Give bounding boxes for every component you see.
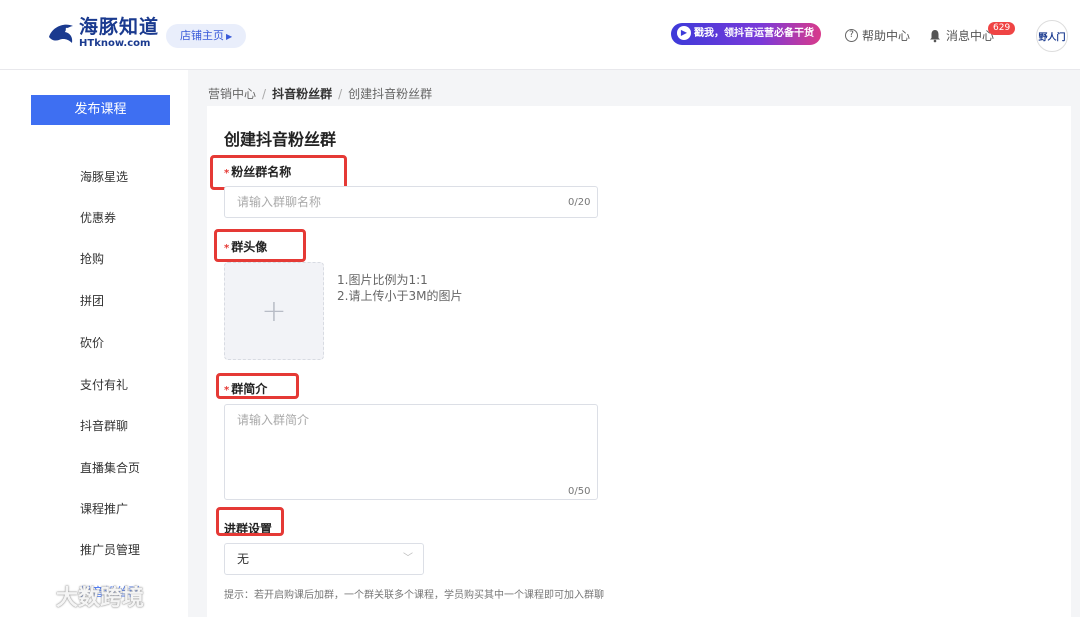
avatar-label-highlight bbox=[214, 229, 306, 262]
sidebar-item-course-promotion[interactable]: 课程推广 bbox=[80, 500, 128, 517]
dolphin-logo-icon bbox=[49, 24, 73, 43]
name-char-counter: 0/20 bbox=[568, 197, 591, 208]
join-setting-tip: 提示：若开启购课后加群，一个群关联多个课程，学员购买其中一个课程即可加入群聊 bbox=[224, 590, 604, 601]
join-label-highlight bbox=[216, 507, 284, 536]
intro-char-counter: 0/50 bbox=[568, 486, 591, 497]
watermark: 大数跨境 bbox=[8, 580, 144, 612]
caret-right-icon: ▶ bbox=[226, 32, 233, 41]
sidebar-item-bargain[interactable]: 砍价 bbox=[80, 334, 104, 351]
breadcrumb-create-fan-group: 创建抖音粉丝群 bbox=[348, 87, 433, 101]
chevron-down-icon: ﹀ bbox=[403, 553, 413, 564]
page-title: 创建抖音粉丝群 bbox=[224, 130, 337, 149]
avatar-hint-ratio: 1.图片比例为1:1 bbox=[337, 273, 428, 287]
group-name-input[interactable] bbox=[224, 186, 598, 218]
play-icon: ▶ bbox=[677, 26, 691, 40]
top-header: 海豚知道 HTknow.com 店铺主页 ▶ ▶ 戳我，领抖音运营必备干货 ? 帮助中… bbox=[0, 0, 1080, 70]
sidebar-item-coupon[interactable]: 优惠券 bbox=[80, 209, 116, 226]
sidebar-item-group-buy[interactable]: 拼团 bbox=[80, 292, 104, 309]
watermark-logo-icon bbox=[8, 586, 52, 606]
logo[interactable]: 海豚知道 HTknow.com bbox=[46, 18, 159, 49]
join-setting-value: 无 bbox=[237, 552, 250, 566]
sidebar-item-dolphin-select[interactable]: 海豚星选 bbox=[80, 168, 128, 185]
sidebar-item-live-collection[interactable]: 直播集合页 bbox=[80, 459, 140, 476]
avatar[interactable]: 野人门 bbox=[1036, 20, 1068, 52]
breadcrumb-marketing-center[interactable]: 营销中心 bbox=[208, 87, 256, 101]
bell-icon bbox=[930, 29, 940, 42]
avatar-hint-size: 2.请上传小于3M的图片 bbox=[337, 289, 463, 303]
sidebar: 发布课程 海豚星选 优惠券 抢购 拼团 砍价 支付有礼 抖音群聊 直播集合页 课… bbox=[0, 70, 188, 617]
logo-title: 海豚知道 bbox=[79, 16, 160, 38]
logo-subtitle: HTknow.com bbox=[79, 38, 151, 49]
intro-label-highlight bbox=[216, 373, 299, 399]
sidebar-item-promoter-management[interactable]: 推广员管理 bbox=[80, 541, 140, 558]
question-icon: ? bbox=[845, 29, 858, 42]
group-intro-textarea[interactable] bbox=[224, 404, 598, 500]
shop-home-button[interactable]: 店铺主页 ▶ bbox=[166, 24, 247, 48]
publish-course-button[interactable]: 发布课程 bbox=[31, 95, 170, 125]
sidebar-item-douyin-chat[interactable]: 抖音群聊 bbox=[80, 417, 128, 434]
message-center-link[interactable]: 消息中心 bbox=[928, 27, 994, 44]
sidebar-item-flash-sale[interactable]: 抢购 bbox=[80, 250, 104, 267]
name-label-highlight bbox=[210, 155, 347, 190]
promo-banner[interactable]: ▶ 戳我，领抖音运营必备干货 bbox=[671, 23, 821, 45]
join-setting-select[interactable]: 无 ﹀ bbox=[224, 543, 424, 575]
avatar-upload-button[interactable]: + bbox=[224, 262, 324, 360]
plus-icon: + bbox=[261, 293, 287, 329]
message-count-badge: 629 bbox=[988, 22, 1016, 35]
breadcrumb: 营销中心 / 抖音粉丝群 / 创建抖音粉丝群 bbox=[208, 87, 433, 101]
breadcrumb-fan-group[interactable]: 抖音粉丝群 bbox=[272, 87, 332, 101]
help-center-link[interactable]: ? 帮助中心 bbox=[845, 27, 910, 44]
sidebar-item-pay-gift[interactable]: 支付有礼 bbox=[80, 376, 128, 393]
